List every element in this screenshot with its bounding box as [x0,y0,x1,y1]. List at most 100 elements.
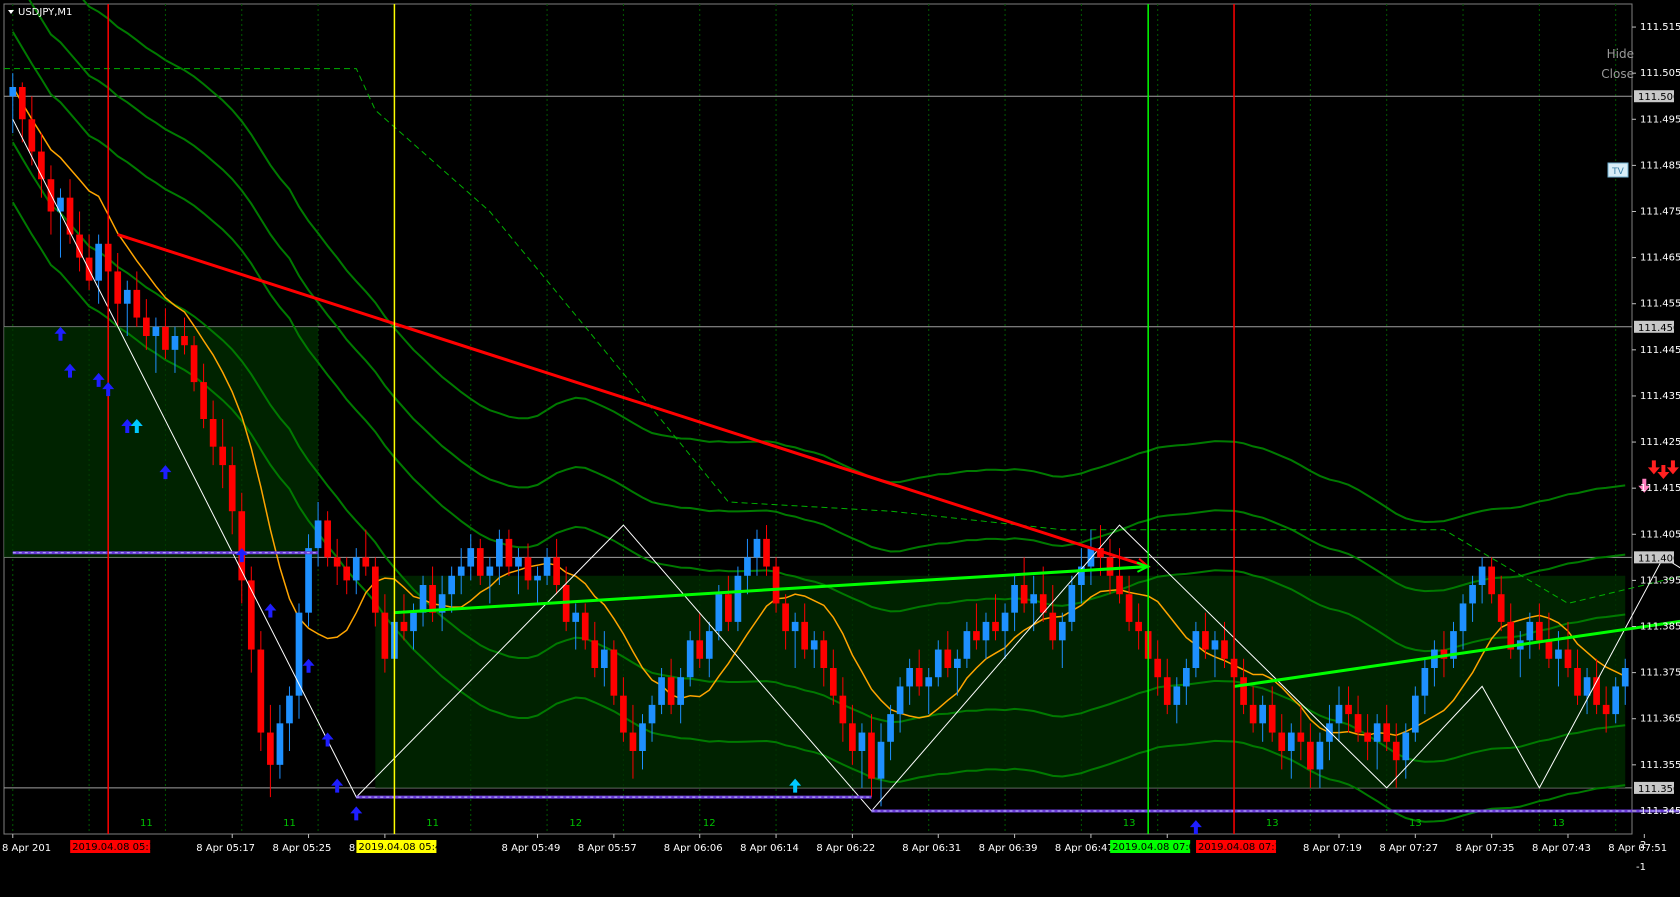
candle-body [801,621,809,650]
candle-body [1612,686,1620,715]
candle-body [1421,668,1429,696]
candle-body [639,723,646,751]
candle-body [1011,585,1018,613]
day-label: 12 [569,818,582,829]
y-tick-label: 111.425 [1640,437,1680,448]
candle-body [772,566,780,604]
candle-body [1316,741,1324,770]
y-tick-label: 111.385 [1640,622,1680,633]
candle-body [419,585,427,613]
candle-body [1478,566,1486,585]
candle-body [553,557,560,585]
candle-body [28,119,36,152]
candle-body [496,538,503,567]
candle-body [1564,649,1572,668]
candle-body [1135,621,1142,632]
candle-body [667,677,675,705]
candle-body [763,538,770,567]
candle-body [457,566,465,576]
x-tick-label: 8 Apr 07:35 [1456,843,1515,854]
day-label: 11 [140,818,153,829]
candle-body [162,326,169,350]
candle-body [868,732,875,779]
y-highlight-label: 111.450 [1638,323,1679,334]
candle-body [915,668,923,687]
candle-body [1297,732,1305,742]
candle-body [1259,704,1267,724]
candle-body [839,695,847,724]
candle-body [1030,594,1038,604]
candle-body [448,575,456,595]
y-tick-label: 111.445 [1640,345,1680,356]
candle-body [1583,677,1591,696]
candle-body [686,640,694,678]
candle-body [1392,741,1400,761]
candle-body [1469,585,1476,604]
candle-body [381,612,389,659]
time-marker-label: 2019.04.08 07:0 [1112,842,1195,853]
candle-body [572,612,580,622]
candle-body [629,732,637,751]
time-marker-label: 2019.04.08 05:11 [72,842,161,853]
x-tick-label: 8 Apr 06:22 [816,843,875,854]
candle-body [1326,723,1333,742]
candle-body [515,557,522,567]
y-highlight-label: 111.350 [1638,784,1679,795]
candle-body [906,668,913,687]
x-tick-label: 8 Apr 07:19 [1303,843,1362,854]
y-highlight-label: 111.400 [1638,553,1679,564]
candle-body [333,557,341,567]
candle-body [1192,631,1200,668]
day-label: 12 [703,818,716,829]
candle-body [715,594,723,632]
y-highlight-label: 111.500 [1638,92,1679,103]
candle-body [753,538,761,558]
candle-body [648,704,656,724]
candle-body [1268,704,1276,733]
candle-body [1287,732,1295,751]
candle-body [276,723,284,765]
candle-body [1249,704,1257,724]
day-label: 13 [1123,818,1136,829]
candle-body [18,87,26,120]
candle-body [1221,640,1228,659]
candle-body [200,382,207,419]
candle-body [600,649,608,668]
candle-body [963,631,971,659]
candle-body [114,271,122,304]
close-button[interactable]: Close [1601,67,1634,81]
candle-body [133,289,141,318]
candle-body [505,538,513,567]
shaded-zone [4,326,319,558]
candle-body [257,649,265,733]
candle-body [1307,741,1314,770]
candle-body [849,723,856,751]
candle-body [810,640,818,650]
tv-button-label[interactable]: TV [1611,167,1624,177]
candle-body [934,649,942,678]
hide-button[interactable]: Hide [1607,47,1634,61]
candle-body [925,677,933,687]
candle-body [486,566,494,576]
x-tick-label: 8 Apr 07:27 [1379,843,1438,854]
x-tick-label: 8 Apr 05:25 [273,843,332,854]
candle-body [944,649,952,668]
candlestick-chart[interactable]: 111.515 111.505 111.495 111.485 111.475 111.4… [0,0,1680,897]
candle-body [1154,658,1162,678]
time-marker-label: 2019.04.08 07:1 [1198,842,1281,853]
candle-body [1602,704,1610,715]
candle-body [9,87,17,97]
candle-body [1182,668,1190,687]
candle-body [1345,704,1352,715]
y-tick-label: 111.485 [1640,160,1680,171]
x-tick-label: 8 Apr 06:14 [740,843,799,854]
candle-body [705,631,713,659]
y-tick-label: 111.435 [1640,391,1680,402]
candle-body [1536,621,1543,641]
candle-body [1555,649,1562,659]
candle-body [973,631,980,641]
y-tick-label: 111.365 [1640,714,1680,725]
candle-body [534,575,541,581]
y-tick-label: 111.475 [1640,207,1680,218]
candle-body [677,677,684,705]
